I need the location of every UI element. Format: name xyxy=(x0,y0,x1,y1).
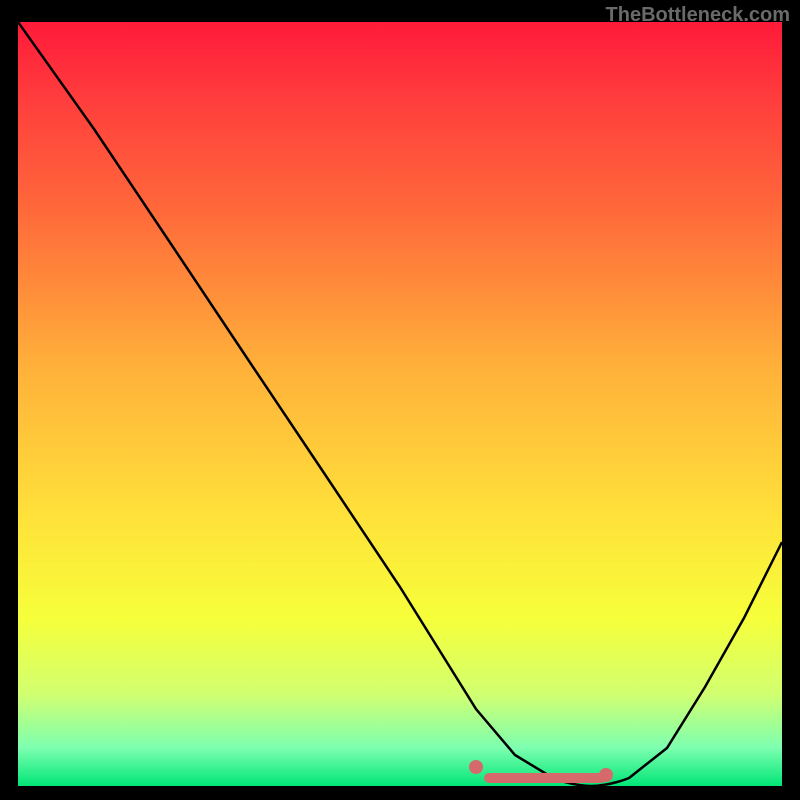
highlight-dot-left xyxy=(469,760,483,774)
highlight-dot-right xyxy=(599,768,613,782)
highlight-bar xyxy=(484,773,606,783)
curve-path xyxy=(18,22,782,786)
bottleneck-curve xyxy=(18,22,782,786)
plot-area xyxy=(18,22,782,786)
watermark-text: TheBottleneck.com xyxy=(606,4,790,27)
